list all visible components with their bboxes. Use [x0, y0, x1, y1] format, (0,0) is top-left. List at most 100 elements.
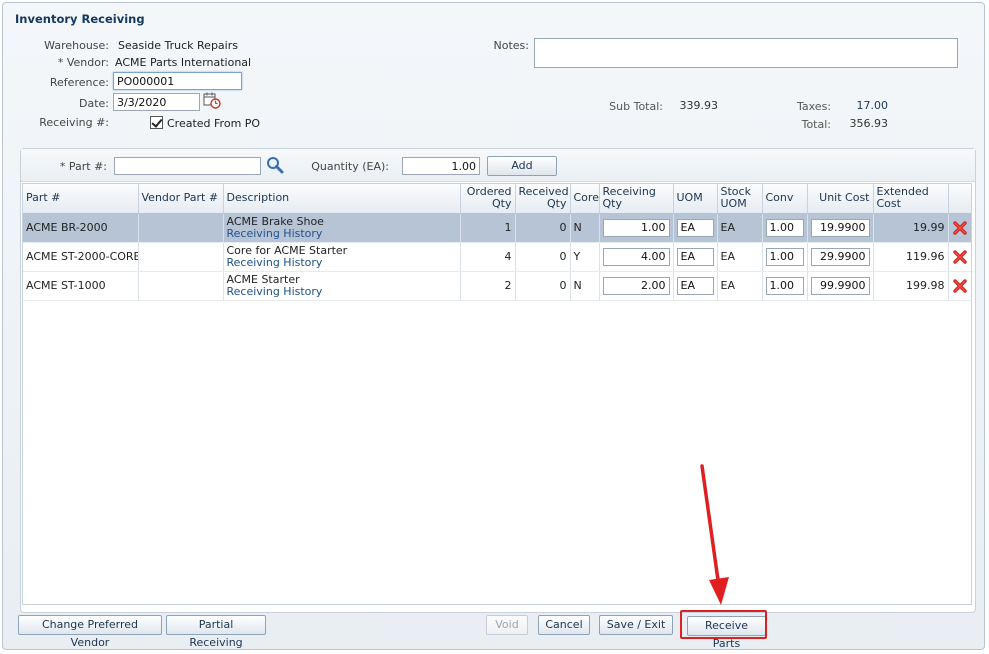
- description-cell: Core for ACME Starter Receiving History: [223, 242, 461, 272]
- received-qty-cell: 0: [515, 271, 571, 301]
- table-row[interactable]: ACME BR-2000 ACME Brake Shoe Receiving H…: [23, 213, 971, 243]
- date-input[interactable]: [113, 93, 200, 111]
- vendor-part-cell: [138, 242, 224, 272]
- col-core[interactable]: Core: [570, 184, 600, 214]
- extended-cost-cell: 199.98: [873, 271, 949, 301]
- receiving-qty-cell: [599, 242, 674, 272]
- uom-input[interactable]: [676, 276, 714, 295]
- receiving-history-link[interactable]: Receiving History: [227, 285, 457, 298]
- receiving-number-label: Receiving #:: [39, 116, 109, 129]
- unit-cost-input[interactable]: [810, 218, 870, 237]
- description-cell: ACME Starter Receiving History: [223, 271, 461, 301]
- delete-cell: [948, 213, 971, 243]
- receive-parts-highlight: [680, 610, 767, 639]
- page-title: Inventory Receiving: [15, 12, 145, 26]
- delete-x-icon[interactable]: [953, 278, 967, 293]
- total-value: 356.93: [849, 117, 889, 130]
- delete-cell: [948, 242, 971, 272]
- unit-cost-input[interactable]: [810, 276, 870, 295]
- receiving-panel: * Part #: Quantity (EA): Add P: [20, 148, 976, 613]
- description-cell: ACME Brake Shoe Receiving History: [223, 213, 461, 243]
- received-qty-cell: 0: [515, 242, 571, 272]
- col-actions: [948, 184, 971, 214]
- uom-input[interactable]: [676, 247, 714, 266]
- notes-textarea[interactable]: [534, 38, 958, 68]
- part-number-cell: ACME ST-2000-CORE: [23, 242, 139, 272]
- received-qty-cell: 0: [515, 213, 571, 243]
- vendor-part-cell: [138, 213, 224, 243]
- core-cell: N: [570, 213, 600, 243]
- col-receiving-qty[interactable]: Receiving Qty: [599, 184, 674, 214]
- uom-cell: [673, 242, 718, 272]
- unit-cost-cell: [807, 271, 874, 301]
- delete-x-icon[interactable]: [953, 220, 967, 235]
- taxes-label: Taxes:: [796, 100, 831, 113]
- stock-uom-cell: EA: [717, 213, 763, 243]
- table-row[interactable]: ACME ST-1000 ACME Starter Receiving Hist…: [23, 271, 971, 301]
- receiving-qty-input[interactable]: [602, 247, 670, 266]
- vendor-part-cell: [138, 271, 224, 301]
- receiving-qty-input[interactable]: [602, 218, 670, 237]
- description-text: ACME Brake Shoe: [226, 214, 324, 228]
- unit-cost-cell: [807, 242, 874, 272]
- vendor-value: ACME Parts International: [115, 56, 252, 69]
- partial-receiving-button[interactable]: Partial Receiving: [166, 615, 266, 649]
- receiving-qty-input[interactable]: [602, 276, 670, 295]
- core-cell: N: [570, 271, 600, 301]
- col-ordered-qty[interactable]: Ordered Qty: [460, 184, 516, 214]
- part-number-input[interactable]: [114, 157, 261, 175]
- table-header-row: Part # Vendor Part # Description Ordered…: [23, 184, 971, 214]
- reference-input[interactable]: [113, 72, 242, 90]
- search-icon[interactable]: [266, 156, 284, 174]
- warehouse-label: Warehouse:: [44, 39, 109, 52]
- uom-input[interactable]: [676, 218, 714, 237]
- quantity-label: Quantity (EA):: [311, 160, 389, 173]
- col-unit-cost[interactable]: Unit Cost: [807, 184, 874, 214]
- conv-cell: [762, 242, 808, 272]
- col-uom[interactable]: UOM: [673, 184, 718, 214]
- add-button[interactable]: Add: [487, 156, 557, 176]
- receiving-qty-cell: [599, 213, 674, 243]
- conv-input[interactable]: [765, 218, 804, 237]
- part-number-label: * Part #:: [59, 160, 107, 173]
- conv-input[interactable]: [765, 276, 804, 295]
- cancel-button[interactable]: Cancel: [538, 615, 590, 635]
- created-from-po-label: Created From PO: [167, 117, 261, 130]
- red-arrow-annotation: [700, 464, 729, 605]
- col-extended-cost[interactable]: Extended Cost: [873, 184, 949, 214]
- change-preferred-vendor-button[interactable]: Change Preferred Vendor: [18, 615, 162, 649]
- col-received-qty[interactable]: Received Qty: [515, 184, 571, 214]
- ordered-qty-cell: 2: [460, 271, 516, 301]
- col-conv[interactable]: Conv: [762, 184, 808, 214]
- delete-x-icon[interactable]: [953, 249, 967, 264]
- col-stock-uom[interactable]: Stock UOM: [717, 184, 763, 214]
- part-number-cell: ACME BR-2000: [23, 213, 139, 243]
- save-exit-button[interactable]: Save / Exit: [599, 615, 673, 635]
- unit-cost-input[interactable]: [810, 247, 870, 266]
- receiving-history-link[interactable]: Receiving History: [227, 256, 457, 269]
- receiving-history-link[interactable]: Receiving History: [227, 227, 457, 240]
- ordered-qty-cell: 1: [460, 213, 516, 243]
- created-from-po-checkbox[interactable]: [150, 116, 163, 129]
- calendar-icon[interactable]: [203, 92, 221, 109]
- receiving-table: Part # Vendor Part # Description Ordered…: [23, 184, 971, 301]
- extended-cost-cell: 19.99: [873, 213, 949, 243]
- col-part-number[interactable]: Part #: [23, 184, 139, 214]
- warehouse-value: Seaside Truck Repairs: [118, 39, 238, 52]
- date-label: Date:: [79, 97, 109, 110]
- uom-cell: [673, 271, 718, 301]
- conv-input[interactable]: [765, 247, 804, 266]
- col-vendor-part[interactable]: Vendor Part #: [138, 184, 224, 214]
- notes-label: Notes:: [493, 39, 529, 52]
- core-cell: Y: [570, 242, 600, 272]
- vendor-label: * Vendor:: [57, 56, 109, 69]
- table-row[interactable]: ACME ST-2000-CORE Core for ACME Starter …: [23, 242, 971, 272]
- description-text: Core for ACME Starter: [226, 243, 348, 257]
- quantity-input[interactable]: [402, 157, 480, 175]
- extended-cost-cell: 119.96: [873, 242, 949, 272]
- stock-uom-cell: EA: [717, 271, 763, 301]
- stock-uom-cell: EA: [717, 242, 763, 272]
- uom-cell: [673, 213, 718, 243]
- col-description[interactable]: Description: [223, 184, 461, 214]
- void-button[interactable]: Void: [486, 615, 528, 635]
